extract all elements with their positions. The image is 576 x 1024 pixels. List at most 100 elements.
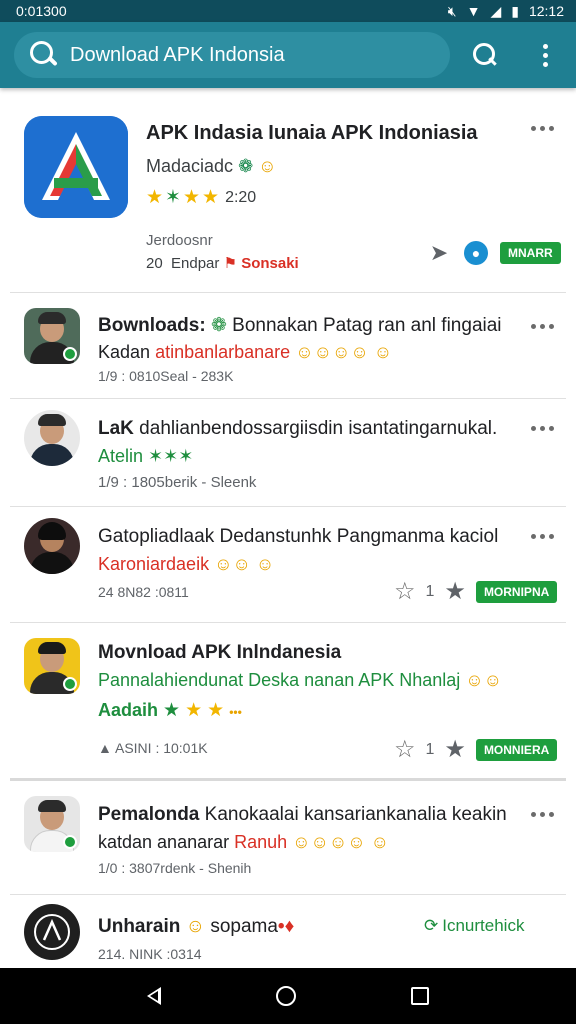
- star-icon: ★: [146, 187, 164, 208]
- list-item-title: Unharain ☺ sopama•♦: [98, 916, 295, 937]
- more-options-button[interactable]: [531, 324, 554, 329]
- list-item-meta: 1/0 : 3807rdenk - Shenih: [98, 860, 252, 876]
- featured-app-developer: Jerdoosnr: [146, 232, 213, 249]
- wifi-icon: ▼: [466, 3, 481, 19]
- featured-app-card[interactable]: APK Indasia Iunaia APK Indoniasia Madaci…: [0, 102, 576, 292]
- back-icon[interactable]: [147, 987, 162, 1005]
- more-options-button[interactable]: [531, 812, 554, 817]
- star-icon: ★: [163, 700, 181, 721]
- avatar: [24, 308, 80, 364]
- list-item-subtitle: Kadan atinbanlarbanare ☺☺☺☺ ☺: [98, 342, 393, 362]
- star-outline-icon[interactable]: ☆: [394, 738, 416, 762]
- diamond-icon: •♦: [277, 916, 295, 937]
- list-item[interactable]: Gatopliadlaak Dedanstunhk Pangmanma kaci…: [0, 512, 576, 620]
- app-logo-icon: [24, 116, 128, 218]
- list-item-meta: 1/9 : 1805berik - Sleenk: [98, 474, 257, 491]
- dots-icon: •••: [229, 705, 242, 719]
- divider: [10, 622, 566, 623]
- overflow-menu-button[interactable]: [526, 36, 564, 74]
- list-item-meta: 24 8N82 :0811: [98, 584, 189, 600]
- search-input[interactable]: Download APK Indonsia: [14, 32, 450, 78]
- refresh-icon: ⟳: [424, 916, 439, 935]
- featured-app-title: APK Indasia Iunaia APK Indoniasia: [146, 122, 478, 144]
- featured-app-meta: 20 Endpar ⚑ Sonsaki: [146, 255, 299, 272]
- app-bar: Download APK Indonsia: [0, 22, 576, 88]
- star-icon: ✶: [165, 187, 181, 208]
- system-nav-bar: [0, 968, 576, 1024]
- smile-icon: ☺: [185, 916, 206, 937]
- more-horiz-icon: [531, 812, 536, 817]
- more-options-button[interactable]: [531, 126, 554, 131]
- search-button[interactable]: [466, 36, 504, 74]
- list-item[interactable]: LaK dahlianbendossargiisdin isantatingar…: [0, 406, 576, 506]
- more-horiz-icon: [531, 426, 536, 431]
- star-icon[interactable]: ★: [444, 580, 466, 604]
- featured-app-subtitle: Madaciadc ❁ ☺: [146, 156, 277, 176]
- list-item[interactable]: Unharain ☺ sopama•♦ 214. NINK :0314 ⟳ Ic…: [0, 900, 576, 968]
- rating-count: 1: [425, 741, 435, 758]
- divider: [10, 506, 566, 507]
- thumb-icon: ▲: [98, 740, 112, 756]
- star-icon: ★: [182, 187, 201, 208]
- more-options-button[interactable]: [531, 534, 554, 539]
- results-list: APK Indasia Iunaia APK Indoniasia Madaci…: [0, 88, 576, 968]
- item-action-button[interactable]: MONNIERA: [475, 739, 558, 761]
- star-icon: ★: [185, 700, 203, 721]
- list-item-title: Movnload APK Inlndanesia: [98, 642, 342, 663]
- search-icon: [473, 43, 497, 67]
- recents-icon[interactable]: [410, 987, 429, 1005]
- list-item-title: Gatopliadlaak Dedanstunhk Pangmanma kaci…: [98, 526, 499, 547]
- pin-icon[interactable]: ➤: [426, 240, 452, 266]
- leaf-icon: ❁: [238, 156, 254, 176]
- list-item-meta: ▲ ASINI : 10:01K: [98, 740, 208, 756]
- home-icon[interactable]: [275, 986, 296, 1006]
- battery-icon: ▮: [511, 3, 519, 19]
- more-horiz-icon: [531, 126, 536, 131]
- star-icon[interactable]: ★: [444, 738, 466, 762]
- list-item[interactable]: Movnload APK Inlndanesia Pannalahienduna…: [0, 628, 576, 772]
- list-item-subtitle: Atelin ✶✶✶: [98, 446, 194, 466]
- flag-icon: ⚑: [223, 255, 238, 272]
- more-horiz-icon: [531, 534, 536, 539]
- item-action-link[interactable]: ⟳ Icnurtehick: [424, 916, 524, 936]
- avatar: [24, 518, 80, 574]
- list-item-meta: 1/9 : 0810Seal - 283K: [98, 368, 234, 384]
- list-item[interactable]: Pemalonda Kanokaalai kansariankanalia ke…: [0, 788, 576, 892]
- rating-controls: ☆ 1 ★ MORNIPNA: [394, 580, 558, 604]
- item-action-button[interactable]: MORNIPNA: [475, 581, 558, 603]
- section-divider: [10, 778, 566, 781]
- rating-value: 2:20: [225, 188, 257, 206]
- list-item-subtitle: katdan ananarar Ranuh ☺☺☺☺ ☺: [98, 832, 390, 852]
- install-button[interactable]: MNARR: [500, 242, 561, 264]
- list-item-title: Bownloads: ❁ Bonnakan Patag ran anl fing…: [98, 315, 502, 336]
- app-logo-icon: [24, 904, 80, 960]
- list-item-meta: 214. NINK :0314: [98, 946, 202, 962]
- star-outline-icon[interactable]: ☆: [394, 580, 416, 604]
- rating-controls: ☆ 1 ★ MONNIERA: [394, 738, 558, 762]
- star-icon: ★: [202, 187, 220, 208]
- status-time: 12:12: [528, 3, 564, 19]
- smile-icon: ☺: [258, 156, 277, 176]
- mute-icon: 🔇︎: [447, 3, 457, 19]
- status-icons: 🔇︎ ▼ ◢ ▮ 12:12: [448, 3, 564, 19]
- more-vert-icon: [542, 43, 548, 49]
- search-query-text: Download APK Indonsia: [70, 43, 285, 66]
- status-left-text: 0:01300: [16, 3, 67, 19]
- divider: [10, 398, 566, 399]
- more-options-button[interactable]: [531, 426, 554, 431]
- list-item-subtitle: Pannalahiendunat Deska nanan APK Nhanlaj…: [98, 670, 503, 690]
- signal-icon: ◢: [490, 3, 502, 19]
- divider: [10, 894, 566, 895]
- more-horiz-icon: [531, 324, 536, 329]
- list-item[interactable]: Bownloads: ❁ Bonnakan Patag ran anl fing…: [0, 300, 576, 398]
- leaf-icon: ❁: [210, 315, 227, 336]
- list-item-subtitle: Karoniardaeik ☺☺ ☺: [98, 554, 275, 574]
- status-bar: 0:01300 🔇︎ ▼ ◢ ▮ 12:12: [0, 0, 576, 22]
- list-item-rating: Aadaih ★ ★ ★ •••: [98, 700, 242, 721]
- list-item-title: Pemalonda Kanokaalai kansariankanalia ke…: [98, 804, 507, 825]
- featured-app-actions: ➤ ● MNARR: [426, 240, 561, 266]
- divider: [10, 292, 566, 293]
- featured-app-rating: ★ ✶ ★ ★ 2:20: [146, 188, 256, 207]
- search-icon: [26, 38, 60, 72]
- info-icon[interactable]: ●: [464, 241, 488, 265]
